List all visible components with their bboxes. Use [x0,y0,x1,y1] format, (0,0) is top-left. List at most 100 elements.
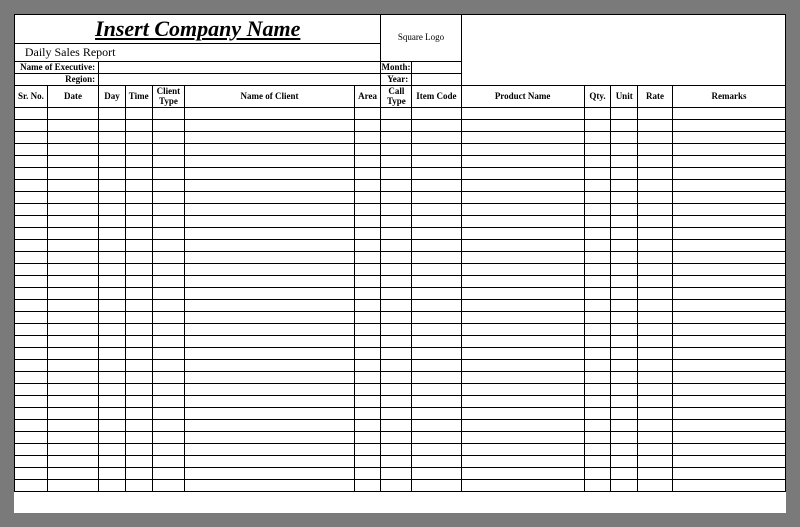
table-cell [15,384,48,396]
table-cell [47,348,98,360]
table-cell [125,468,152,480]
table-cell [185,168,354,180]
table-cell [47,456,98,468]
table-cell [672,288,785,300]
table-row [15,360,786,372]
table-cell [584,420,611,432]
table-cell [381,456,412,468]
table-cell [638,180,673,192]
table-cell [412,240,461,252]
table-cell [611,120,638,132]
table-cell [15,156,48,168]
table-cell [99,252,126,264]
table-cell [412,204,461,216]
table-row [15,192,786,204]
table-cell [125,192,152,204]
table-cell [185,432,354,444]
table-cell [15,324,48,336]
table-cell [185,312,354,324]
table-cell [381,276,412,288]
table-cell [584,384,611,396]
table-cell [99,240,126,252]
table-cell [638,204,673,216]
table-cell [461,216,584,228]
table-cell [584,240,611,252]
col-item-code: Item Code [412,86,461,108]
table-cell [584,252,611,264]
table-cell [15,360,48,372]
table-cell [152,180,185,192]
table-cell [461,480,584,492]
table-cell [638,324,673,336]
table-cell [412,324,461,336]
table-row [15,156,786,168]
table-cell [381,432,412,444]
table-cell [461,300,584,312]
table-cell [47,432,98,444]
table-cell [185,300,354,312]
table-cell [152,240,185,252]
table-cell [584,108,611,120]
table-cell [672,384,785,396]
table-cell [125,324,152,336]
col-rate: Rate [638,86,673,108]
table-cell [15,240,48,252]
table-cell [47,192,98,204]
table-cell [354,264,381,276]
table-cell [638,276,673,288]
table-cell [47,168,98,180]
table-cell [99,168,126,180]
table-cell [461,324,584,336]
table-cell [412,420,461,432]
table-cell [381,228,412,240]
table-cell [99,408,126,420]
table-cell [15,408,48,420]
table-cell [412,192,461,204]
table-row [15,204,786,216]
col-time: Time [125,86,152,108]
table-cell [461,240,584,252]
table-cell [611,252,638,264]
table-cell [584,372,611,384]
table-cell [15,168,48,180]
table-cell [99,132,126,144]
table-cell [672,192,785,204]
table-cell [15,336,48,348]
table-cell [125,168,152,180]
table-cell [672,156,785,168]
table-cell [47,276,98,288]
table-cell [185,384,354,396]
table-cell [638,384,673,396]
table-cell [125,252,152,264]
table-cell [125,360,152,372]
table-cell [611,384,638,396]
table-cell [584,192,611,204]
col-client-name: Name of Client [185,86,354,108]
table-cell [611,216,638,228]
table-cell [461,432,584,444]
table-cell [672,132,785,144]
table-cell [99,204,126,216]
table-cell [381,216,412,228]
table-cell [15,312,48,324]
table-cell [354,144,381,156]
table-cell [354,252,381,264]
table-cell [152,288,185,300]
table-cell [152,132,185,144]
table-cell [638,444,673,456]
table-cell [15,216,48,228]
table-cell [152,348,185,360]
table-cell [412,120,461,132]
table-cell [99,372,126,384]
table-cell [125,372,152,384]
table-cell [125,420,152,432]
table-cell [672,324,785,336]
table-cell [611,156,638,168]
table-cell [15,396,48,408]
table-cell [125,456,152,468]
table-cell [461,420,584,432]
table-cell [584,120,611,132]
table-cell [381,204,412,216]
table-cell [47,468,98,480]
table-cell [47,144,98,156]
